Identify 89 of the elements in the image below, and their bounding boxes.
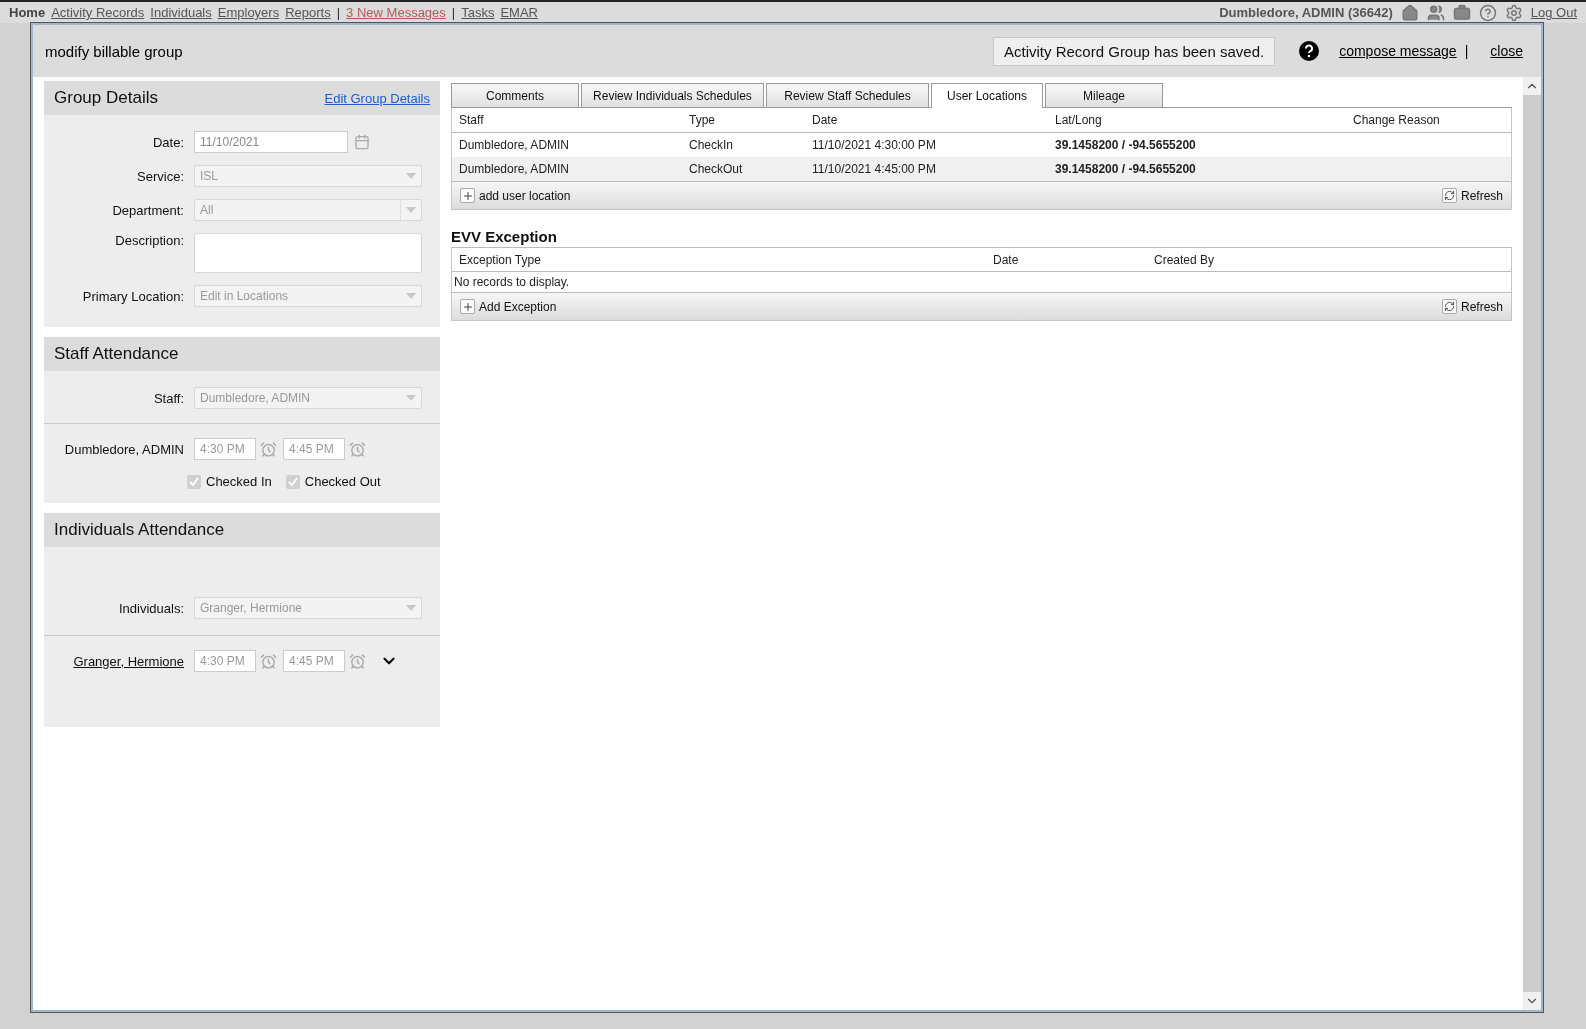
table-cell-text: CheckIn: [689, 138, 735, 152]
field-label: Individuals:: [118, 600, 184, 616]
section-title: Individuals Attendance: [54, 520, 225, 540]
scroll-up-button[interactable]: [1523, 77, 1541, 95]
refresh-button[interactable]: Refresh: [1441, 299, 1503, 314]
section-title: Staff Attendance: [54, 344, 179, 364]
scroll-down-button[interactable]: [1523, 992, 1541, 1010]
individual-name-link[interactable]: Granger, Hermione: [44, 653, 184, 669]
checkbox[interactable]: Checked In: [187, 474, 272, 489]
date-field[interactable]: 11/10/2021: [194, 131, 348, 153]
checkbox[interactable]: Checked Out: [285, 474, 381, 489]
refresh-icon: [1441, 299, 1457, 314]
dialog-title: modify billable group: [45, 42, 183, 60]
end-time-field[interactable]: 4:45 PM: [283, 438, 345, 460]
add-user-location-button[interactable]: add user location: [460, 188, 571, 203]
close-link[interactable]: close: [1490, 43, 1523, 59]
nav-link[interactable]: Employers: [217, 5, 280, 20]
field-label: Date:: [152, 134, 184, 150]
table-cell-text: 11/10/2021 4:30:00 PM: [812, 138, 937, 152]
nav-separator: |: [336, 5, 341, 20]
dropdown-caret-icon: [406, 293, 416, 299]
people-icon[interactable]: [1426, 3, 1445, 22]
edit-group-details-link[interactable]: Edit Group Details: [324, 90, 430, 106]
refresh-icon: [1441, 188, 1457, 203]
field-label: Primary Location:: [82, 288, 184, 304]
briefcase-icon[interactable]: [1452, 3, 1471, 22]
alarm-clock-icon[interactable]: [260, 440, 277, 458]
help-icon[interactable]: [1299, 41, 1320, 61]
nav-link[interactable]: Activity Records: [51, 5, 145, 20]
nav-link[interactable]: 3 New Messages: [346, 5, 446, 20]
table-cell-text: Dumbledore, ADMIN: [459, 138, 571, 152]
settings-icon[interactable]: [1504, 3, 1523, 22]
table-cell-text: 11/10/2021 4:45:00 PM: [812, 162, 937, 176]
dropdown-caret-icon: [406, 173, 416, 179]
column-header: Date: [993, 252, 1020, 267]
start-time-field[interactable]: 4:30 PM: [194, 650, 256, 672]
tab[interactable]: Review Staff Schedules: [766, 83, 929, 107]
column-header: Lat/Long: [1055, 113, 1103, 127]
column-header: Change Reason: [1353, 113, 1441, 127]
column-header: Type: [689, 113, 716, 127]
alarm-clock-icon[interactable]: [349, 652, 366, 670]
tab[interactable]: User Locations: [931, 83, 1043, 108]
calendar-icon[interactable]: [354, 134, 370, 150]
table-cell-text: Dumbledore, ADMIN: [459, 162, 571, 176]
nav-separator: |: [451, 5, 456, 20]
tab[interactable]: Mileage: [1045, 83, 1163, 107]
staff-name: Dumbledore, ADMIN: [63, 441, 184, 457]
field-label: Staff:: [153, 390, 184, 406]
column-header: Created By: [1154, 252, 1216, 267]
user-name: Dumbledore, ADMIN (36642): [1219, 5, 1393, 20]
alarm-clock-icon[interactable]: [349, 440, 366, 458]
dropdown-caret-icon: [406, 395, 416, 401]
column-header: Staff: [459, 113, 485, 127]
description-field[interactable]: [194, 233, 422, 273]
add-exception-button[interactable]: Add Exception: [460, 299, 557, 314]
column-header: Date: [812, 113, 839, 127]
start-time-field[interactable]: 4:30 PM: [194, 438, 256, 460]
section-title: EVV Exception: [451, 228, 558, 245]
nav-link[interactable]: EMAR: [500, 5, 538, 20]
table-cell-text: CheckOut: [689, 162, 744, 176]
table-cell-text: 39.1458200 / -94.5655200: [1055, 162, 1197, 176]
empty-message: No records to display.: [453, 274, 571, 291]
nav-link[interactable]: Home: [9, 5, 46, 20]
section-title: Group Details: [54, 88, 158, 108]
logout-link[interactable]: Log Out: [1530, 5, 1577, 20]
tab[interactable]: Review Individuals Schedules: [581, 83, 764, 107]
column-header: Exception Type: [459, 252, 542, 267]
scrollbar[interactable]: [1523, 77, 1541, 1010]
end-time-field[interactable]: 4:45 PM: [283, 650, 345, 672]
compose-message-link[interactable]: compose message: [1339, 43, 1457, 59]
nav-link[interactable]: Individuals: [150, 5, 212, 20]
plus-icon: [460, 299, 475, 314]
nav-link[interactable]: Reports: [285, 5, 331, 20]
checkbox-box[interactable]: [285, 474, 300, 489]
status-message: Activity Record Group has been saved.: [993, 36, 1276, 66]
checkbox-box[interactable]: [187, 474, 201, 489]
refresh-button[interactable]: Refresh: [1441, 188, 1503, 203]
link-separator: |: [1464, 43, 1469, 59]
alarm-clock-icon[interactable]: [260, 652, 277, 670]
home-icon[interactable]: [1400, 3, 1419, 22]
field-label: Department:: [112, 202, 184, 218]
dropdown-caret-icon: [406, 605, 416, 611]
table-cell-text: 39.1458200 / -94.5655200: [1055, 138, 1197, 152]
field-label: Service:: [137, 168, 184, 184]
tab[interactable]: Comments: [451, 83, 579, 107]
dropdown-caret-icon: [406, 207, 416, 213]
plus-icon: [460, 188, 475, 203]
nav-link[interactable]: Tasks: [461, 5, 495, 20]
field-label: Description:: [115, 233, 184, 248]
